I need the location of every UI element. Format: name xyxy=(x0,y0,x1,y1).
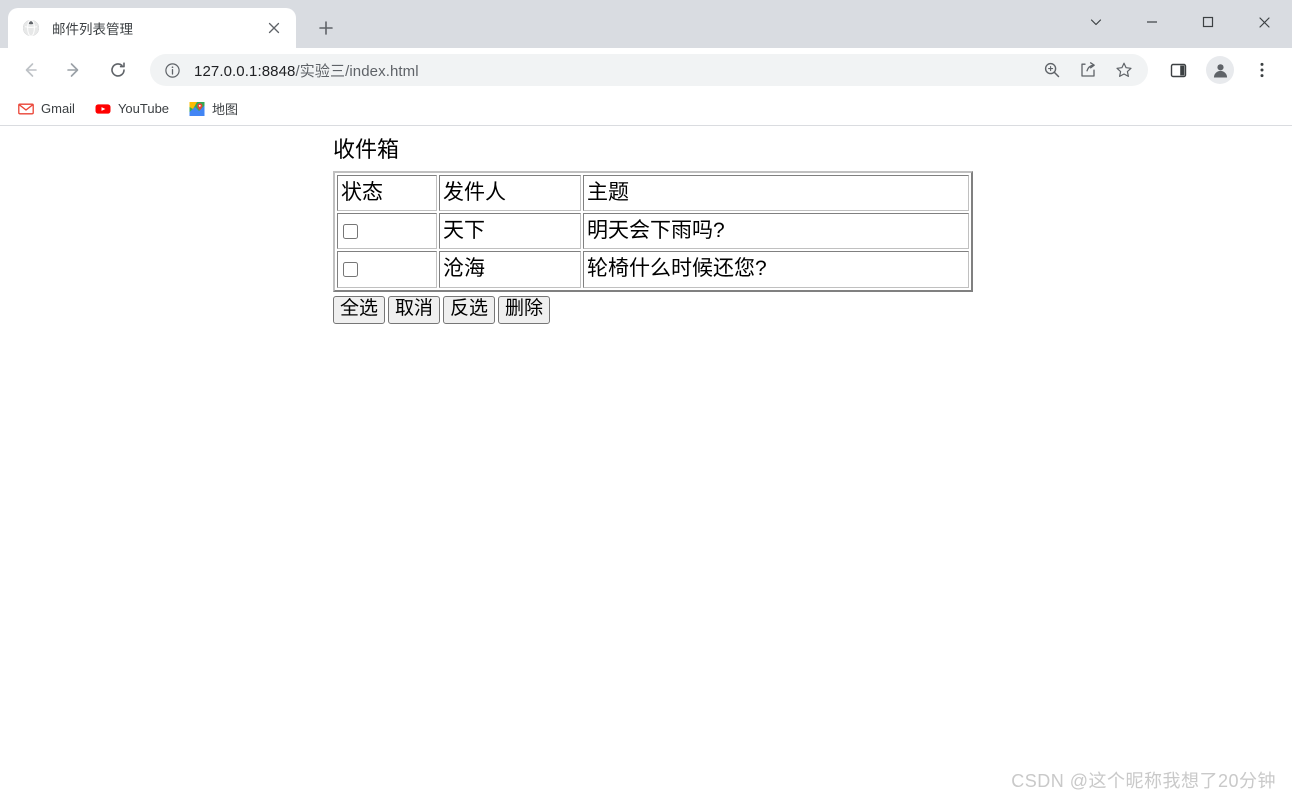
table-row: 天下 明天会下雨吗? xyxy=(337,213,969,250)
tab-close-icon[interactable] xyxy=(262,16,286,40)
bookmarks-bar: Gmail YouTube 地图 xyxy=(0,92,1292,126)
mail-select-checkbox[interactable] xyxy=(343,223,358,239)
maximize-icon[interactable] xyxy=(1180,0,1236,44)
tab-strip: 邮件列表管理 xyxy=(0,0,1292,48)
bookmark-youtube[interactable]: YouTube xyxy=(87,97,177,121)
gmail-icon xyxy=(18,101,34,117)
three-dot-menu-icon[interactable] xyxy=(1246,54,1278,86)
forward-arrow-icon[interactable] xyxy=(58,54,90,86)
zoom-in-icon[interactable] xyxy=(1038,56,1066,84)
profile-avatar[interactable] xyxy=(1206,56,1234,84)
row-subject-cell: 明天会下雨吗? xyxy=(583,213,969,250)
row-status-cell xyxy=(337,213,437,250)
url-host: 127.0.0.1:8848 xyxy=(194,62,296,80)
row-sender-cell: 天下 xyxy=(439,213,581,250)
star-icon[interactable] xyxy=(1110,56,1138,84)
reload-icon[interactable] xyxy=(102,54,134,86)
globe-icon xyxy=(22,19,40,37)
tab-search-icon[interactable] xyxy=(1068,0,1124,44)
mail-select-checkbox[interactable] xyxy=(343,262,358,278)
bookmark-maps[interactable]: 地图 xyxy=(181,95,246,122)
back-arrow-icon[interactable] xyxy=(14,54,46,86)
share-icon[interactable] xyxy=(1074,56,1102,84)
bookmark-label: 地图 xyxy=(212,102,239,117)
google-maps-icon xyxy=(189,101,205,117)
url-text: 127.0.0.1:8848/实验三/index.html xyxy=(194,60,1034,81)
url-path: /实验三/index.html xyxy=(295,62,419,80)
address-bar[interactable]: 127.0.0.1:8848/实验三/index.html xyxy=(150,54,1148,86)
action-button-row: 全选 取消 反选 删除 xyxy=(333,295,1292,324)
row-subject-cell: 轮椅什么时候还您? xyxy=(583,251,969,288)
column-header-sender: 发件人 xyxy=(439,174,581,212)
tab-title: 邮件列表管理 xyxy=(52,22,133,37)
page-content: 收件箱 状态 发件人 主题 天下 明天会下雨吗? 沧海 轮椅什么时候还您? 全选… xyxy=(0,126,1292,324)
close-window-icon[interactable] xyxy=(1236,0,1292,44)
delete-button[interactable]: 删除 xyxy=(498,295,551,324)
new-tab-button[interactable] xyxy=(312,14,340,42)
bookmark-gmail[interactable]: Gmail xyxy=(10,97,83,121)
deselect-all-button[interactable]: 取消 xyxy=(388,295,441,324)
mail-table: 状态 发件人 主题 天下 明天会下雨吗? 沧海 轮椅什么时候还您? xyxy=(333,170,973,292)
bookmark-label: Gmail xyxy=(41,101,75,116)
bookmark-label: YouTube xyxy=(117,101,170,116)
column-header-subject: 主题 xyxy=(583,174,969,212)
column-header-status: 状态 xyxy=(337,174,437,212)
select-all-button[interactable]: 全选 xyxy=(333,295,386,324)
page-viewport: 收件箱 状态 发件人 主题 天下 明天会下雨吗? 沧海 轮椅什么时候还您? 全选… xyxy=(0,126,1292,801)
row-status-cell xyxy=(337,251,437,288)
browser-tab[interactable]: 邮件列表管理 xyxy=(8,8,296,48)
window-controls xyxy=(1068,0,1292,44)
table-header-row: 状态 发件人 主题 xyxy=(337,174,969,212)
plus-icon xyxy=(319,21,333,35)
table-row: 沧海 轮椅什么时候还您? xyxy=(337,251,969,288)
youtube-icon xyxy=(95,101,111,117)
side-panel-icon[interactable] xyxy=(1162,54,1194,86)
minimize-icon[interactable] xyxy=(1124,0,1180,44)
browser-toolbar: 127.0.0.1:8848/实验三/index.html xyxy=(0,48,1292,92)
row-sender-cell: 沧海 xyxy=(439,251,581,288)
invert-selection-button[interactable]: 反选 xyxy=(443,295,496,324)
watermark: CSDN @这个昵称我想了20分钟 xyxy=(1011,771,1276,791)
info-circle-icon[interactable] xyxy=(162,60,182,80)
browser-window: 邮件列表管理 127.0.0.1:8848/实验三/index.html Gma… xyxy=(0,0,1292,801)
page-title: 收件箱 xyxy=(333,137,400,162)
omnibox-actions xyxy=(1034,56,1142,84)
